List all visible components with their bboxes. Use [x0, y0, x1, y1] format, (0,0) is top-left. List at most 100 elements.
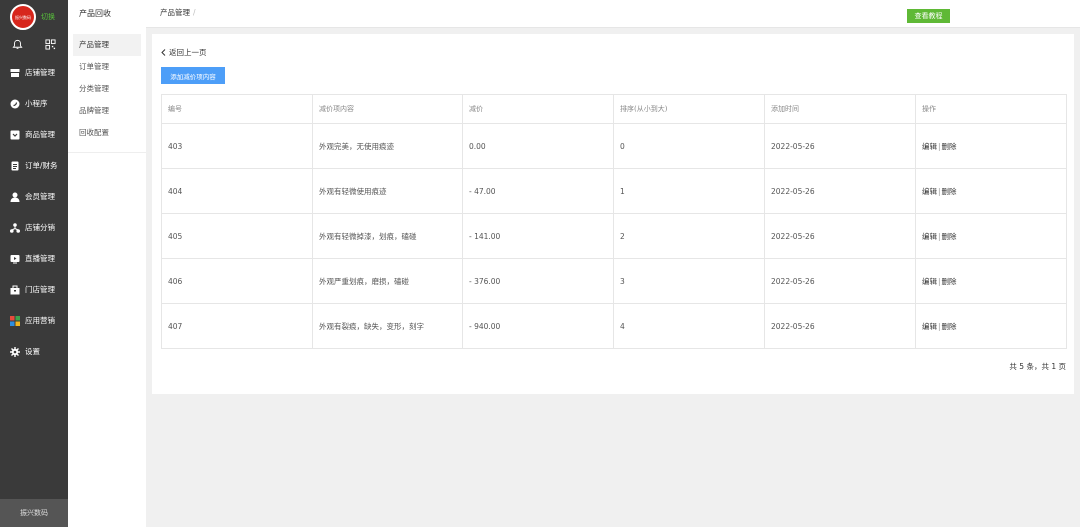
breadcrumb-current[interactable]: 产品管理	[160, 8, 190, 17]
main-sidebar: 振兴数码 切换 店铺管理 小程序 商品管理 订单/财务 会员管理 店铺分销 直播…	[0, 0, 68, 527]
sidebar-footer: 振兴数码	[0, 499, 68, 527]
column-header-deduct: 减价	[462, 94, 614, 124]
column-header-sort: 排序(从小到大)	[613, 94, 765, 124]
breadcrumb-separator: /	[193, 8, 196, 17]
sidebar-item-store[interactable]: 店铺管理	[0, 57, 68, 88]
sidebar-item-shop[interactable]: 门店管理	[0, 274, 68, 305]
sidebar-item-label: 商品管理	[25, 130, 55, 139]
delete-link[interactable]: 删除	[942, 277, 957, 286]
column-header-time: 添加时间	[764, 94, 916, 124]
bell-icon[interactable]	[12, 39, 23, 50]
sidebar-item-label: 直播管理	[25, 254, 55, 263]
qrcode-icon[interactable]	[45, 38, 56, 50]
delete-link[interactable]: 删除	[942, 232, 957, 241]
cell-ops: 编辑|删除	[915, 213, 1067, 259]
cell-deduct: - 940.00	[462, 303, 614, 349]
sidebar-item-live[interactable]: 直播管理	[0, 243, 68, 274]
table-row: 404 外观有轻微使用痕迹 - 47.00 1 2022-05-26 编辑|删除	[161, 168, 1067, 214]
cell-sort[interactable]: 1	[613, 168, 765, 214]
cell-content: 外观有裂痕，缺失，变形，刻字	[312, 303, 463, 349]
cell-content: 外观严重划痕，磨损，磕碰	[312, 258, 463, 304]
sidebar-item-apps[interactable]: 应用营销	[0, 305, 68, 336]
sidebar-item-goods[interactable]: 商品管理	[0, 119, 68, 150]
cell-time: 2022-05-26	[764, 303, 916, 349]
cell-deduct: 0.00	[462, 123, 614, 169]
cell-content: 外观有轻微使用痕迹	[312, 168, 463, 214]
sidebar-item-label: 应用营销	[25, 316, 55, 325]
cell-content: 外观有轻微掉漆，划痕，磕碰	[312, 213, 463, 259]
cell-time: 2022-05-26	[764, 213, 916, 259]
sub-nav-item-order[interactable]: 订单管理	[73, 56, 141, 78]
cell-id: 405	[161, 213, 313, 259]
column-header-content: 减价项内容	[312, 94, 463, 124]
op-separator: |	[938, 321, 941, 331]
distribution-icon	[10, 222, 20, 233]
edit-link[interactable]: 编辑	[922, 322, 937, 331]
sidebar-item-label: 订单/财务	[25, 161, 58, 170]
column-header-id: 编号	[161, 94, 313, 124]
sidebar-item-miniprogram[interactable]: 小程序	[0, 88, 68, 119]
view-tutorial-button[interactable]: 查看教程	[907, 9, 950, 23]
gear-icon	[10, 346, 20, 357]
op-separator: |	[938, 231, 941, 241]
add-deduction-button[interactable]: 添加减价项内容	[161, 67, 225, 84]
sub-nav-item-brand[interactable]: 品牌管理	[73, 100, 141, 122]
edit-link[interactable]: 编辑	[922, 187, 937, 196]
table-row: 405 外观有轻微掉漆，划痕，磕碰 - 141.00 2 2022-05-26 …	[161, 213, 1067, 259]
sidebar-item-label: 小程序	[25, 99, 48, 108]
miniprogram-icon	[10, 99, 20, 109]
sub-nav-item-config[interactable]: 回收配置	[73, 122, 141, 144]
cell-sort[interactable]: 0	[613, 123, 765, 169]
order-icon	[10, 161, 20, 171]
cell-deduct: - 376.00	[462, 258, 614, 304]
cell-id: 403	[161, 123, 313, 169]
sidebar-item-label: 店铺分销	[25, 223, 55, 232]
table-header-row: 编号 减价项内容 减价 排序(从小到大) 添加时间 操作	[161, 94, 1067, 124]
cell-time: 2022-05-26	[764, 258, 916, 304]
sidebar-item-label: 门店管理	[25, 285, 55, 294]
cell-deduct: - 47.00	[462, 168, 614, 214]
apps-icon	[10, 315, 20, 326]
cell-sort[interactable]: 3	[613, 258, 765, 304]
cell-content: 外观完美，无使用痕迹	[312, 123, 463, 169]
sidebar-item-distribution[interactable]: 店铺分销	[0, 212, 68, 243]
cell-id: 407	[161, 303, 313, 349]
op-separator: |	[938, 276, 941, 286]
delete-link[interactable]: 删除	[942, 322, 957, 331]
top-header: 产品管理 / 查看教程	[146, 0, 1080, 28]
edit-link[interactable]: 编辑	[922, 277, 937, 286]
store-icon	[10, 68, 20, 78]
cell-deduct: - 141.00	[462, 213, 614, 259]
back-link[interactable]: 返回上一页	[161, 47, 207, 58]
pagination-summary: 共 5 条，共 1 页	[1009, 362, 1066, 371]
sub-nav-item-category[interactable]: 分类管理	[73, 78, 141, 100]
shop-logo[interactable]: 振兴数码	[10, 4, 36, 30]
sidebar-item-label: 会员管理	[25, 192, 55, 201]
edit-link[interactable]: 编辑	[922, 142, 937, 151]
chevron-left-icon	[161, 49, 166, 56]
cell-ops: 编辑|删除	[915, 123, 1067, 169]
sidebar-item-member[interactable]: 会员管理	[0, 181, 68, 212]
sidebar-item-settings[interactable]: 设置	[0, 336, 68, 367]
delete-link[interactable]: 删除	[942, 187, 957, 196]
main-panel: 返回上一页 添加减价项内容 编号 减价项内容 减价 排序(从小到大) 添加时间 …	[152, 34, 1074, 394]
cell-sort[interactable]: 4	[613, 303, 765, 349]
cell-ops: 编辑|删除	[915, 258, 1067, 304]
table-row: 403 外观完美，无使用痕迹 0.00 0 2022-05-26 编辑|删除	[161, 123, 1067, 169]
edit-link[interactable]: 编辑	[922, 232, 937, 241]
sub-nav-list: 产品管理 订单管理 分类管理 品牌管理 回收配置	[68, 28, 146, 153]
sidebar-quick-icons	[0, 34, 68, 54]
cell-sort[interactable]: 2	[613, 213, 765, 259]
cell-id: 406	[161, 258, 313, 304]
deduction-table: 编号 减价项内容 减价 排序(从小到大) 添加时间 操作 403 外观完美，无使…	[161, 94, 1067, 349]
sidebar-item-order[interactable]: 订单/财务	[0, 150, 68, 181]
member-icon	[10, 192, 20, 202]
table-row: 406 外观严重划痕，磨损，磕碰 - 376.00 3 2022-05-26 编…	[161, 258, 1067, 304]
delete-link[interactable]: 删除	[942, 142, 957, 151]
table-row: 407 外观有裂痕，缺失，变形，刻字 - 940.00 4 2022-05-26…	[161, 303, 1067, 349]
sidebar-header: 振兴数码 切换	[0, 0, 68, 34]
cell-ops: 编辑|删除	[915, 303, 1067, 349]
sub-nav-item-product[interactable]: 产品管理	[73, 34, 141, 56]
switch-link[interactable]: 切换	[41, 12, 55, 22]
sidebar-nav: 店铺管理 小程序 商品管理 订单/财务 会员管理 店铺分销 直播管理 门店管理	[0, 57, 68, 367]
